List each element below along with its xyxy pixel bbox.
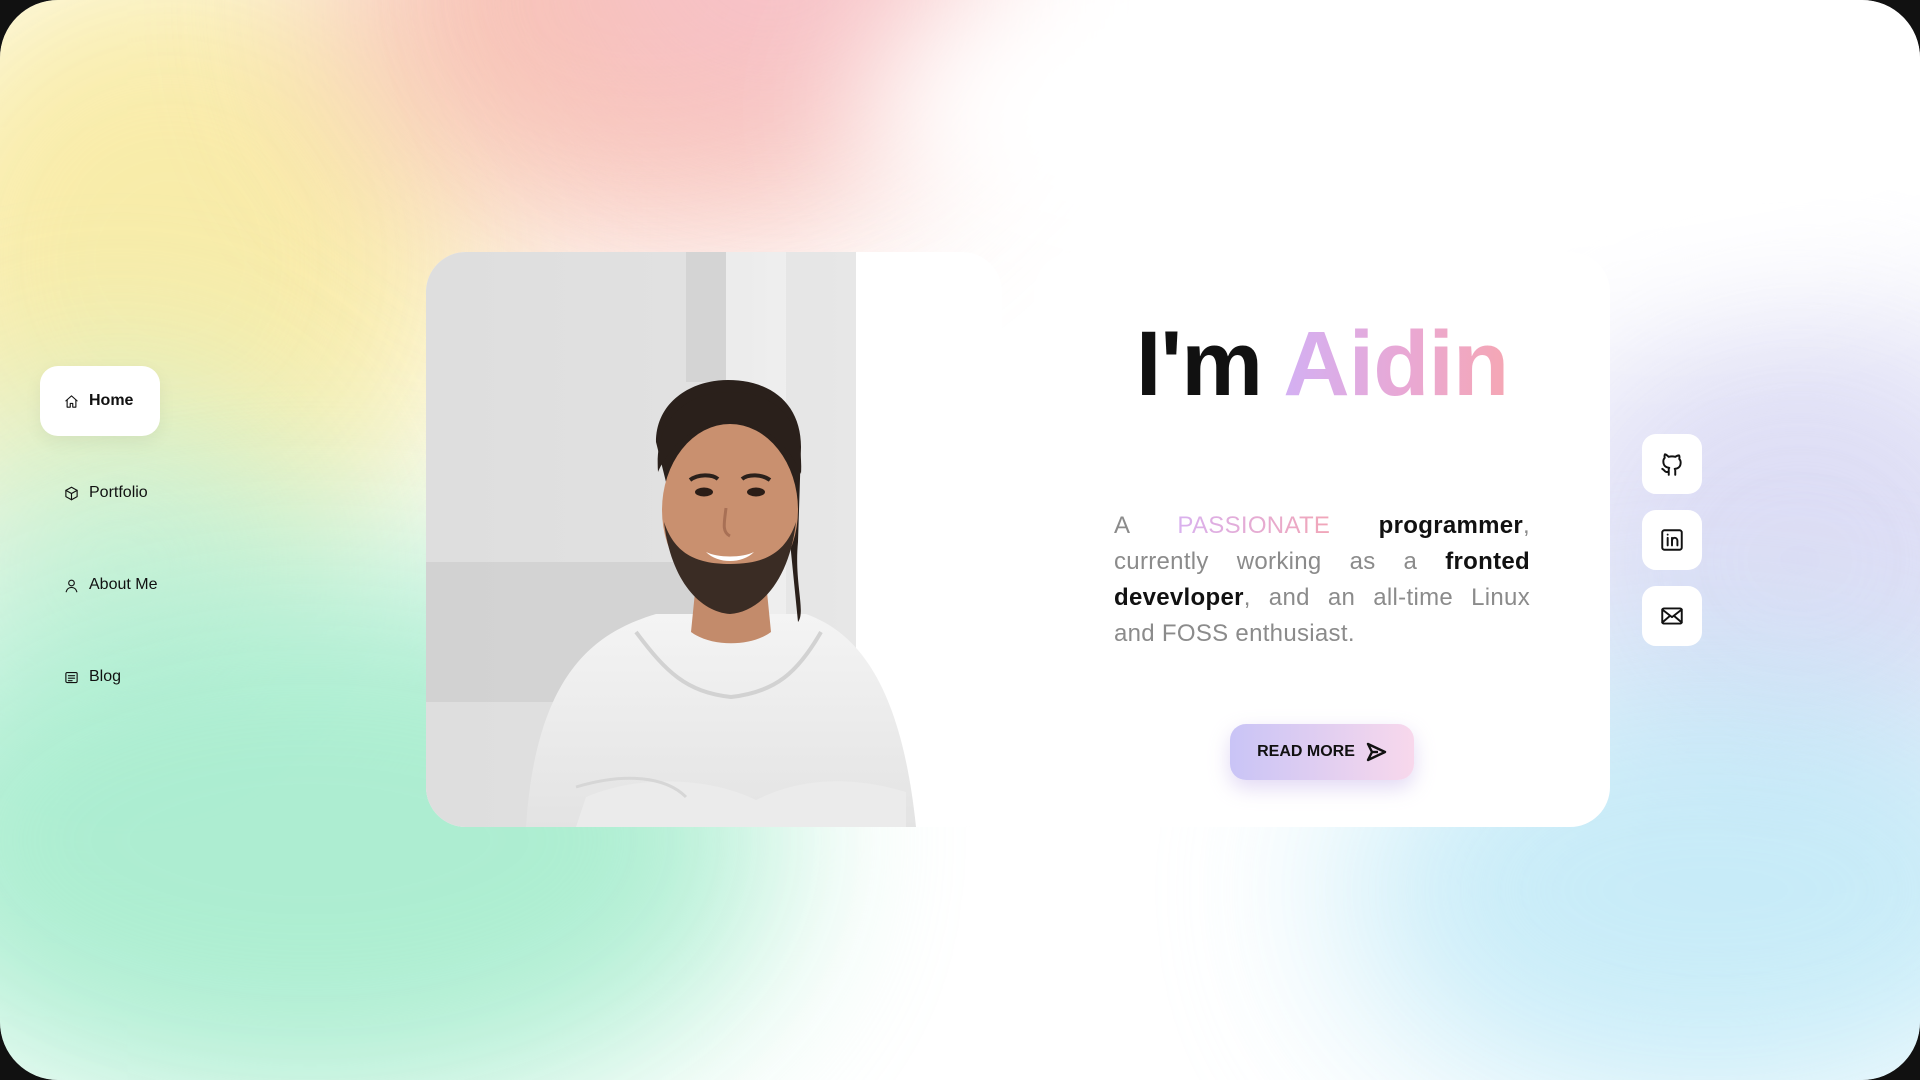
linkedin-link[interactable] bbox=[1642, 510, 1702, 570]
profile-photo bbox=[426, 252, 1002, 827]
nav-item-blog[interactable]: Blog bbox=[40, 642, 145, 712]
hero-title: I'm Aidin bbox=[1034, 312, 1610, 417]
nav-label-home: Home bbox=[89, 392, 134, 409]
user-icon bbox=[65, 579, 78, 592]
email-link[interactable] bbox=[1642, 586, 1702, 646]
box-icon bbox=[65, 486, 78, 500]
hero-description: A PASSIONATE programmer, currently worki… bbox=[1114, 508, 1530, 652]
intro-card: I'm Aidin A PASSIONATE programmer, curre… bbox=[1034, 252, 1610, 827]
hero-greeting: I'm bbox=[1135, 313, 1263, 415]
home-icon bbox=[65, 394, 78, 408]
desc-passionate: PASSIONATE bbox=[1177, 512, 1331, 539]
github-icon bbox=[1661, 453, 1682, 476]
hero-name: Aidin bbox=[1283, 313, 1509, 415]
github-link[interactable] bbox=[1642, 434, 1702, 494]
desc-a: A bbox=[1114, 512, 1129, 539]
nav-label-portfolio: Portfolio bbox=[89, 484, 148, 501]
nav-item-home[interactable]: Home bbox=[40, 366, 160, 436]
nav-item-portfolio[interactable]: Portfolio bbox=[40, 458, 172, 528]
profile-photo-card bbox=[426, 252, 1002, 827]
nav-item-about-me[interactable]: About Me bbox=[40, 550, 181, 620]
newspaper-icon bbox=[65, 671, 78, 683]
nav-label-about-me: About Me bbox=[89, 576, 158, 593]
linkedin-icon bbox=[1661, 529, 1683, 551]
app-window: Home Portfolio About Me Blog I'm Aidin A… bbox=[0, 0, 1920, 1080]
read-more-label: READ MORE bbox=[1257, 743, 1355, 760]
read-more-button[interactable]: READ MORE bbox=[1230, 724, 1414, 780]
desc-programmer: programmer bbox=[1378, 512, 1524, 539]
send-icon bbox=[1366, 742, 1387, 762]
mail-icon bbox=[1661, 607, 1683, 625]
nav-label-blog: Blog bbox=[89, 668, 122, 685]
